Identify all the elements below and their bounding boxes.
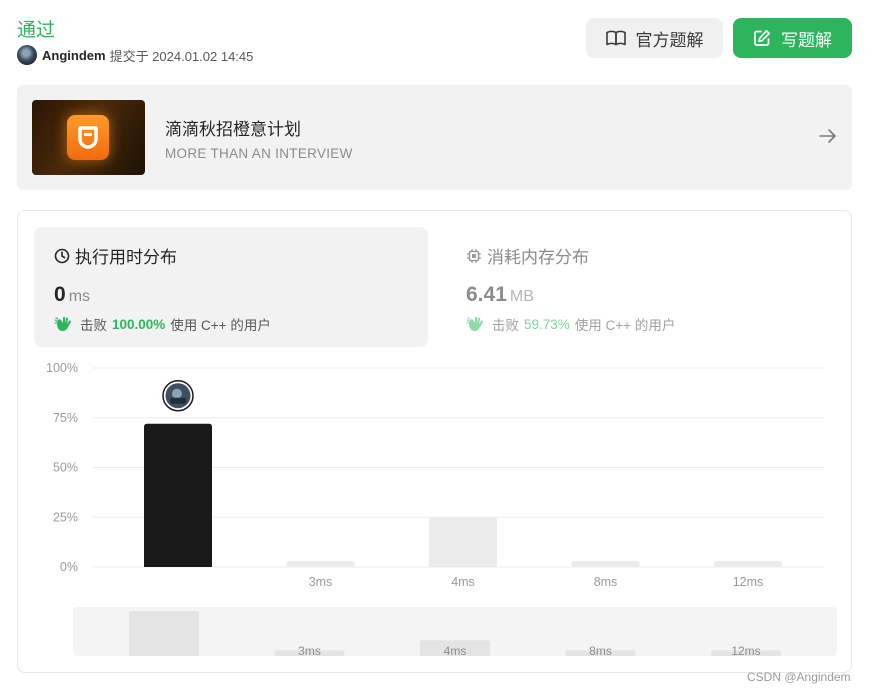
overview-tick-label: 4ms xyxy=(444,644,467,658)
x-tick-label: 8ms xyxy=(594,575,618,589)
y-tick-label: 50% xyxy=(53,461,78,475)
chart-bar[interactable] xyxy=(144,423,212,567)
y-tick-label: 75% xyxy=(53,411,78,425)
y-tick-label: 25% xyxy=(53,510,78,524)
runtime-distribution-chart[interactable]: 100% 75% 50% 25% 0% 3ms 4ms 8ms 12ms 3ms 4ms 8ms 12… xyxy=(18,211,853,674)
distribution-card: 执行用时分布 0 ms 击败 100.00% 使用 C++ 的用户 消耗内存分布 … xyxy=(17,210,852,673)
avatar[interactable] xyxy=(17,45,37,65)
submitter-name[interactable]: Angindem xyxy=(42,48,106,63)
official-solution-label: 官方题解 xyxy=(635,30,704,50)
watermark: CSDN @Angindem xyxy=(747,670,851,684)
submission-status: 通过 xyxy=(17,20,56,41)
chart-bar[interactable] xyxy=(429,517,497,567)
book-icon xyxy=(605,30,626,46)
edit-icon xyxy=(754,29,771,46)
y-tick-label: 100% xyxy=(46,361,78,375)
overview-bar xyxy=(129,611,199,656)
chart-bar[interactable] xyxy=(714,561,782,567)
write-solution-label: 写题解 xyxy=(781,30,832,50)
submitter-info: Angindem 提交于 2024.01.02 14:45 xyxy=(17,45,253,65)
submitted-time: 提交于 2024.01.02 14:45 xyxy=(109,48,254,64)
banner-thumbnail xyxy=(32,100,145,175)
x-tick-label: 3ms xyxy=(309,575,333,589)
write-solution-button[interactable]: 写题解 xyxy=(733,18,852,58)
chart-bar[interactable] xyxy=(571,561,640,567)
x-tick-label: 12ms xyxy=(733,575,764,589)
x-tick-label: 4ms xyxy=(451,575,475,589)
didi-logo-icon xyxy=(67,115,109,160)
y-tick-label: 0% xyxy=(60,560,78,574)
user-avatar-marker[interactable] xyxy=(162,379,194,412)
overview-tick-label: 3ms xyxy=(298,644,321,658)
chart-bar[interactable] xyxy=(286,561,355,567)
arrow-right-icon[interactable] xyxy=(818,127,838,145)
official-solution-button[interactable]: 官方题解 xyxy=(586,18,723,58)
banner-subtitle: MORE THAN AN INTERVIEW xyxy=(165,146,353,161)
overview-tick-label: 12ms xyxy=(731,644,760,658)
overview-tick-label: 8ms xyxy=(589,644,612,658)
banner-title: 滴滴秋招橙意计划 xyxy=(165,120,301,139)
promo-banner[interactable]: 滴滴秋招橙意计划 MORE THAN AN INTERVIEW xyxy=(17,85,852,190)
